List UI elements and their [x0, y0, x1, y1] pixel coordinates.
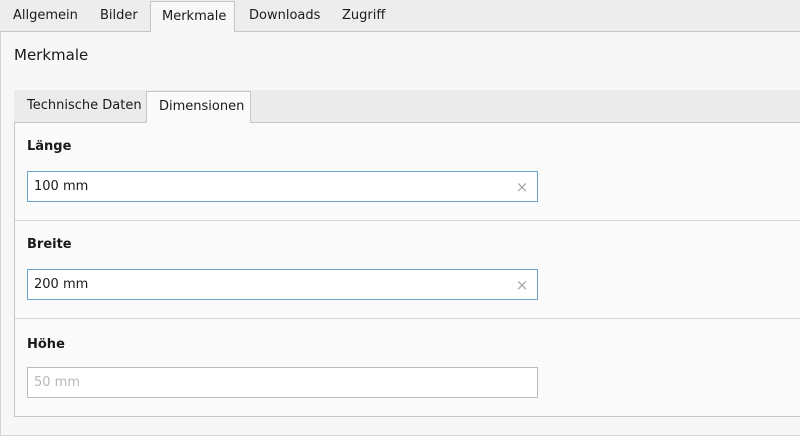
tab-dimensionen[interactable]: Dimensionen — [146, 91, 251, 124]
tab-merkmale[interactable]: Merkmale — [150, 1, 235, 33]
field-label-breite: Breite — [27, 237, 72, 252]
close-icon[interactable]: × — [514, 179, 530, 195]
field-group-breite: Breite × — [15, 221, 800, 319]
field-label-hoehe: Höhe — [27, 337, 65, 352]
breite-input[interactable] — [27, 269, 538, 300]
dimensionen-content: Länge × Breite × Höhe — [14, 123, 800, 417]
tab-bilder[interactable]: Bilder — [100, 0, 138, 32]
merkmale-panel: Merkmale Technische Daten Dimensionen Lä… — [0, 32, 800, 436]
tab-zugriff[interactable]: Zugriff — [342, 0, 385, 32]
top-tab-bar: Allgemein Bilder Merkmale Downloads Zugr… — [0, 0, 800, 33]
sub-tab-bar: Technische Daten Dimensionen — [14, 90, 800, 124]
laenge-input[interactable] — [27, 171, 538, 202]
field-label-laenge: Länge — [27, 139, 72, 154]
tab-downloads[interactable]: Downloads — [249, 0, 320, 32]
page-title: Merkmale — [14, 46, 89, 64]
tab-allgemein[interactable]: Allgemein — [13, 0, 78, 32]
close-icon[interactable]: × — [514, 277, 530, 293]
tab-technische-daten[interactable]: Technische Daten — [27, 90, 142, 123]
hoehe-input[interactable] — [27, 367, 538, 398]
window: Allgemein Bilder Merkmale Downloads Zugr… — [0, 0, 800, 436]
field-group-laenge: Länge × — [15, 123, 800, 221]
field-group-hoehe: Höhe — [15, 319, 800, 417]
